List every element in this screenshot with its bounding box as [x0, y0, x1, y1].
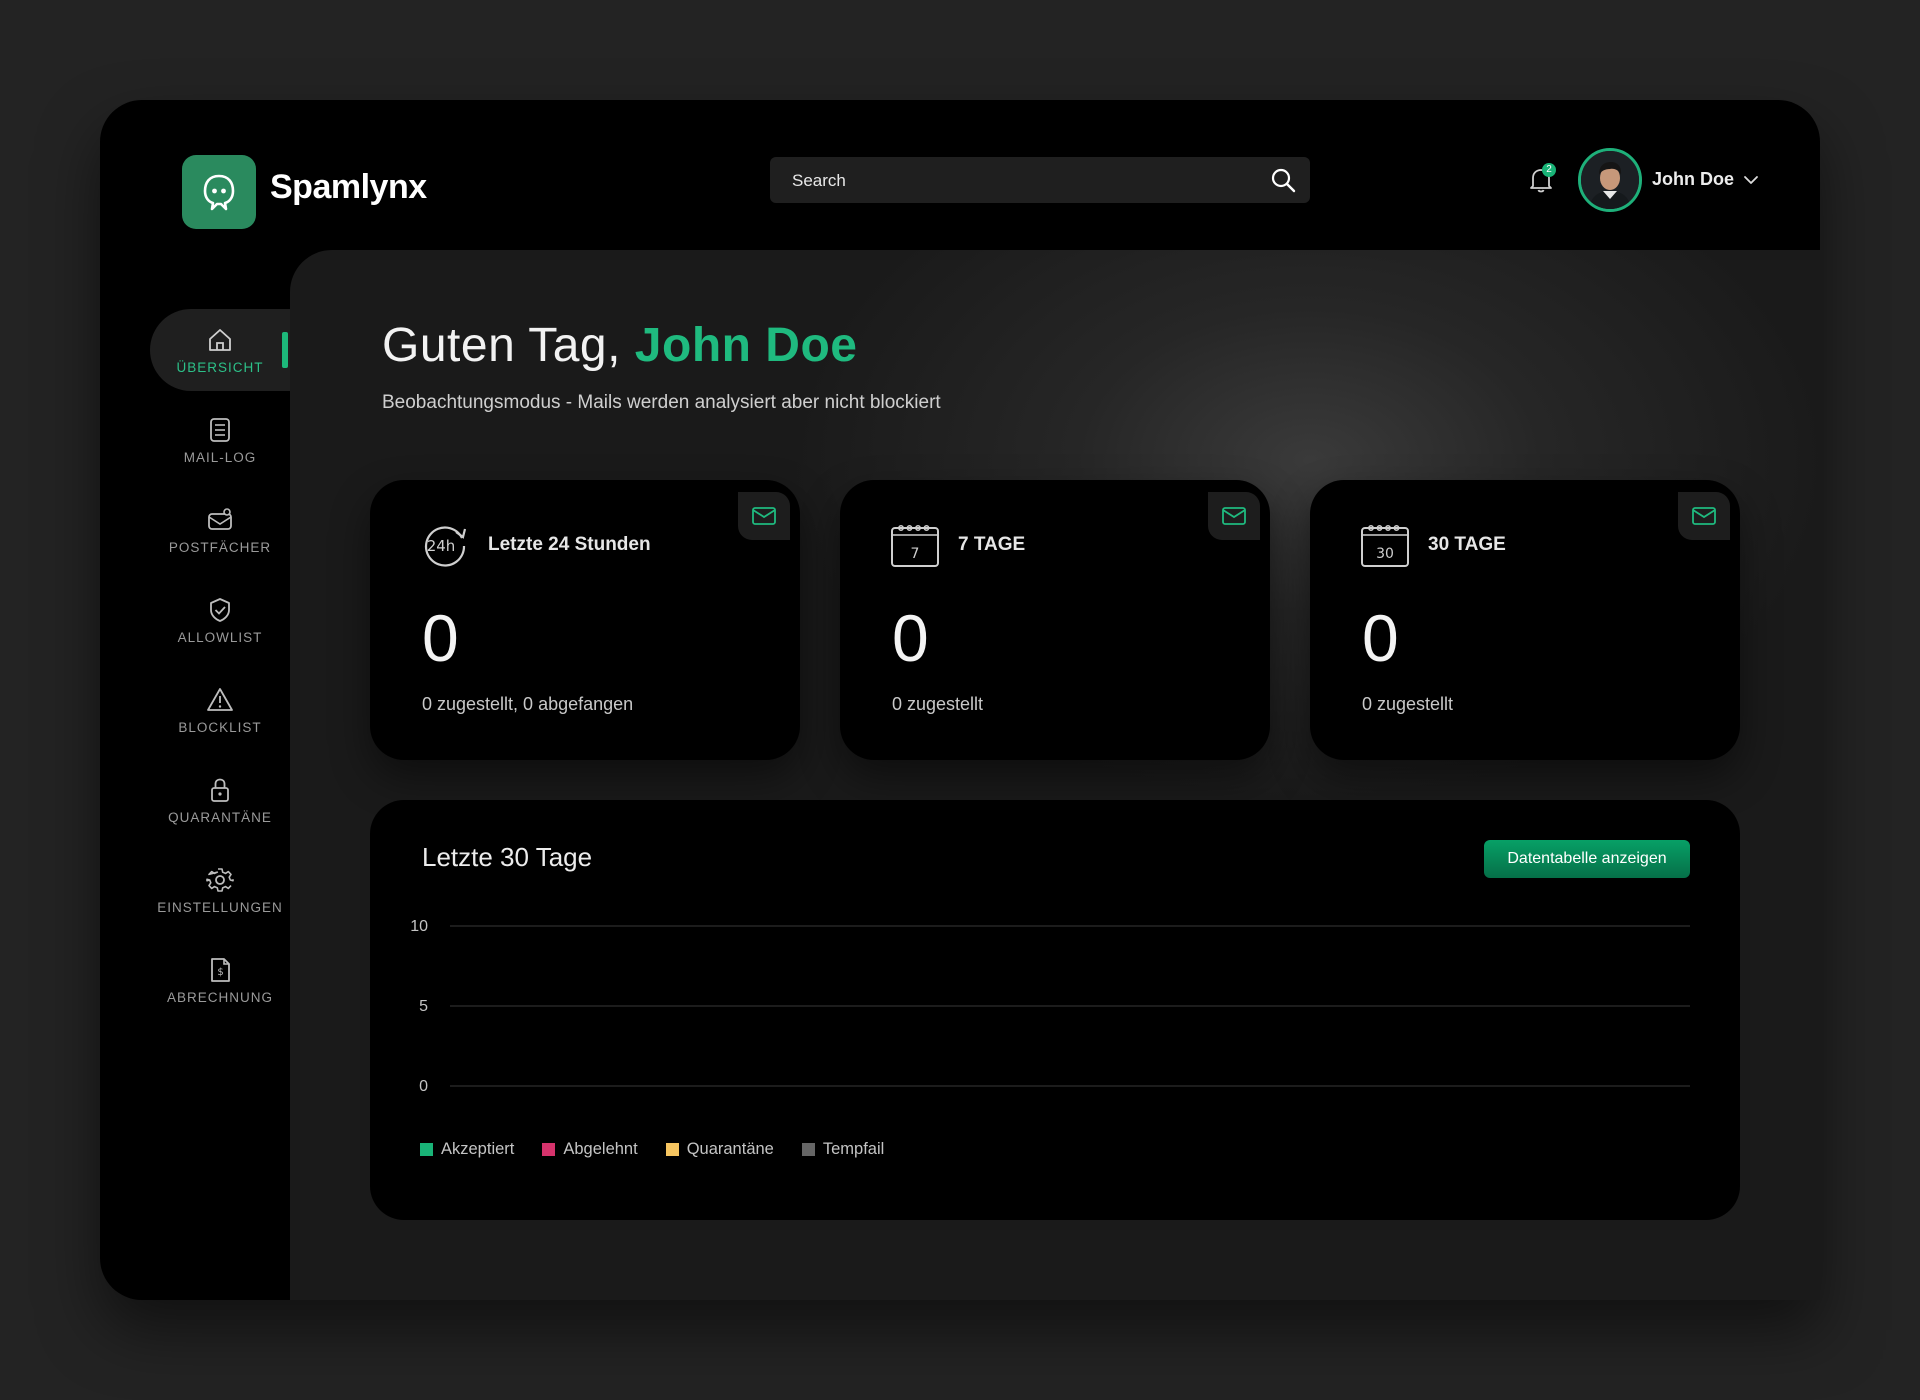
search-bar — [770, 157, 1310, 205]
page-title: Guten Tag, John Doe — [382, 318, 857, 373]
sidebar-item-einstellungen[interactable]: EINSTELLUNGEN — [150, 849, 290, 931]
sidebar-item-blocklist[interactable]: BLOCKLIST — [150, 669, 290, 751]
y-tick-label: 5 — [419, 998, 428, 1015]
legend-item[interactable]: Akzeptiert — [420, 1140, 514, 1159]
mode-subtitle: Beobachtungsmodus - Mails werden analysi… — [382, 392, 941, 413]
calendar-icon: 30 — [1361, 525, 1409, 567]
app-window: Spamlynx 2 John Doe ÜB — [100, 100, 1820, 1300]
brand-name: Spamlynx — [270, 168, 427, 206]
gear-icon — [206, 867, 234, 892]
user-name[interactable]: John Doe — [1652, 169, 1734, 190]
lock-icon — [211, 778, 229, 802]
card-title: 7 TAGE — [958, 534, 1026, 555]
stat-card-24h: 24h Letzte 24 Stunden 0 0 zugestellt, 0 … — [370, 480, 800, 760]
sidebar-item-label: MAIL-LOG — [183, 449, 257, 465]
chart-card: Letzte 30 Tage Datentabelle anzeigen 10 5… — [370, 800, 1740, 1220]
legend-swatch — [420, 1143, 433, 1156]
home-icon — [209, 328, 231, 351]
legend-swatch — [542, 1143, 556, 1156]
active-indicator — [282, 332, 288, 368]
sidebar-item-label: QUARANTÄNE — [168, 809, 272, 825]
mail-icon — [1692, 507, 1716, 525]
card-value: 0 — [422, 601, 459, 675]
invoice-icon: $ — [211, 957, 230, 982]
card-note: 0 zugestellt — [1362, 694, 1454, 714]
mail-icon — [1222, 507, 1246, 525]
sidebar-item-label: EINSTELLUNGEN — [157, 899, 283, 915]
legend-item[interactable]: Quarantäne — [665, 1140, 774, 1159]
avatar[interactable] — [1578, 148, 1642, 212]
legend-label: Akzeptiert — [441, 1140, 515, 1158]
mail-icon — [752, 507, 776, 525]
calendar-icon-text: 7 — [911, 546, 920, 562]
legend-item[interactable]: Abgelehnt — [542, 1140, 638, 1159]
card-value: 0 — [1362, 601, 1399, 675]
card-title: 30 TAGE — [1428, 534, 1506, 555]
card-value: 0 — [892, 601, 929, 675]
chart-legend: Akzeptiert Abgelehnt Quarantäne Tempfail — [420, 1140, 884, 1159]
sidebar-item-label: BLOCKLIST — [178, 719, 262, 735]
legend-swatch — [801, 1143, 815, 1156]
card-note: 0 zugestellt — [892, 694, 984, 714]
mail-tab[interactable] — [738, 492, 790, 540]
sidebar-item-abrechnung[interactable]: $ ABRECHNUNG — [150, 939, 290, 1021]
svg-text:$: $ — [217, 967, 223, 978]
stat-card-7-tage: 7 7 TAGE 0 0 zugestellt — [840, 480, 1270, 760]
sidebar-item-allowlist[interactable]: ALLOWLIST — [150, 579, 290, 661]
user-portrait-icon — [1581, 151, 1639, 209]
24h-icon: 24h — [424, 526, 467, 567]
notifications-button[interactable]: 2 — [1528, 163, 1556, 194]
mail-tab[interactable] — [1208, 492, 1260, 540]
legend-label: Tempfail — [822, 1140, 885, 1158]
sidebar-item-label: ÜBERSICHT — [176, 359, 264, 375]
warning-icon — [207, 687, 233, 711]
mailbox-icon — [208, 507, 232, 530]
24h-icon-text: 24h — [427, 537, 456, 555]
chevron-down-icon[interactable] — [1743, 172, 1759, 188]
calendar-icon-text: 30 — [1376, 546, 1394, 562]
sidebar-item-postfaecher[interactable]: POSTFÄCHER — [150, 489, 290, 571]
logo-icon[interactable] — [182, 155, 256, 229]
y-tick-label: 10 — [410, 918, 428, 935]
card-title: Letzte 24 Stunden — [488, 534, 651, 555]
greeting-name: John Doe — [634, 319, 858, 372]
calendar-icon: 7 — [891, 525, 939, 567]
search-icon[interactable] — [1270, 167, 1296, 193]
sidebar-item-label: ABRECHNUNG — [166, 989, 273, 1005]
sidebar-item-label: POSTFÄCHER — [168, 539, 272, 555]
legend-item[interactable]: Tempfail — [801, 1140, 885, 1159]
y-tick-label: 0 — [419, 1078, 428, 1095]
legend-label: Quarantäne — [686, 1140, 774, 1158]
card-note: 0 zugestellt, 0 abgefangen — [422, 694, 634, 714]
legend-swatch — [665, 1143, 679, 1156]
shield-check-icon — [210, 597, 230, 622]
log-icon — [210, 417, 230, 442]
sidebar-item-label: ALLOWLIST — [177, 629, 263, 645]
mail-tab[interactable] — [1678, 492, 1730, 540]
greeting-prefix: Guten Tag, — [382, 319, 635, 372]
sidebar-item-quarantaene[interactable]: QUARANTÄNE — [150, 759, 290, 841]
sidebar-item-mail-log[interactable]: MAIL-LOG — [150, 399, 290, 481]
notification-badge: 2 — [1542, 163, 1556, 177]
legend-label: Abgelehnt — [563, 1140, 638, 1158]
stat-card-30-tage: 30 30 TAGE 0 0 zugestellt — [1310, 480, 1740, 760]
sidebar-item-uebersicht[interactable]: ÜBERSICHT — [150, 309, 290, 391]
search-input[interactable] — [770, 157, 1264, 205]
